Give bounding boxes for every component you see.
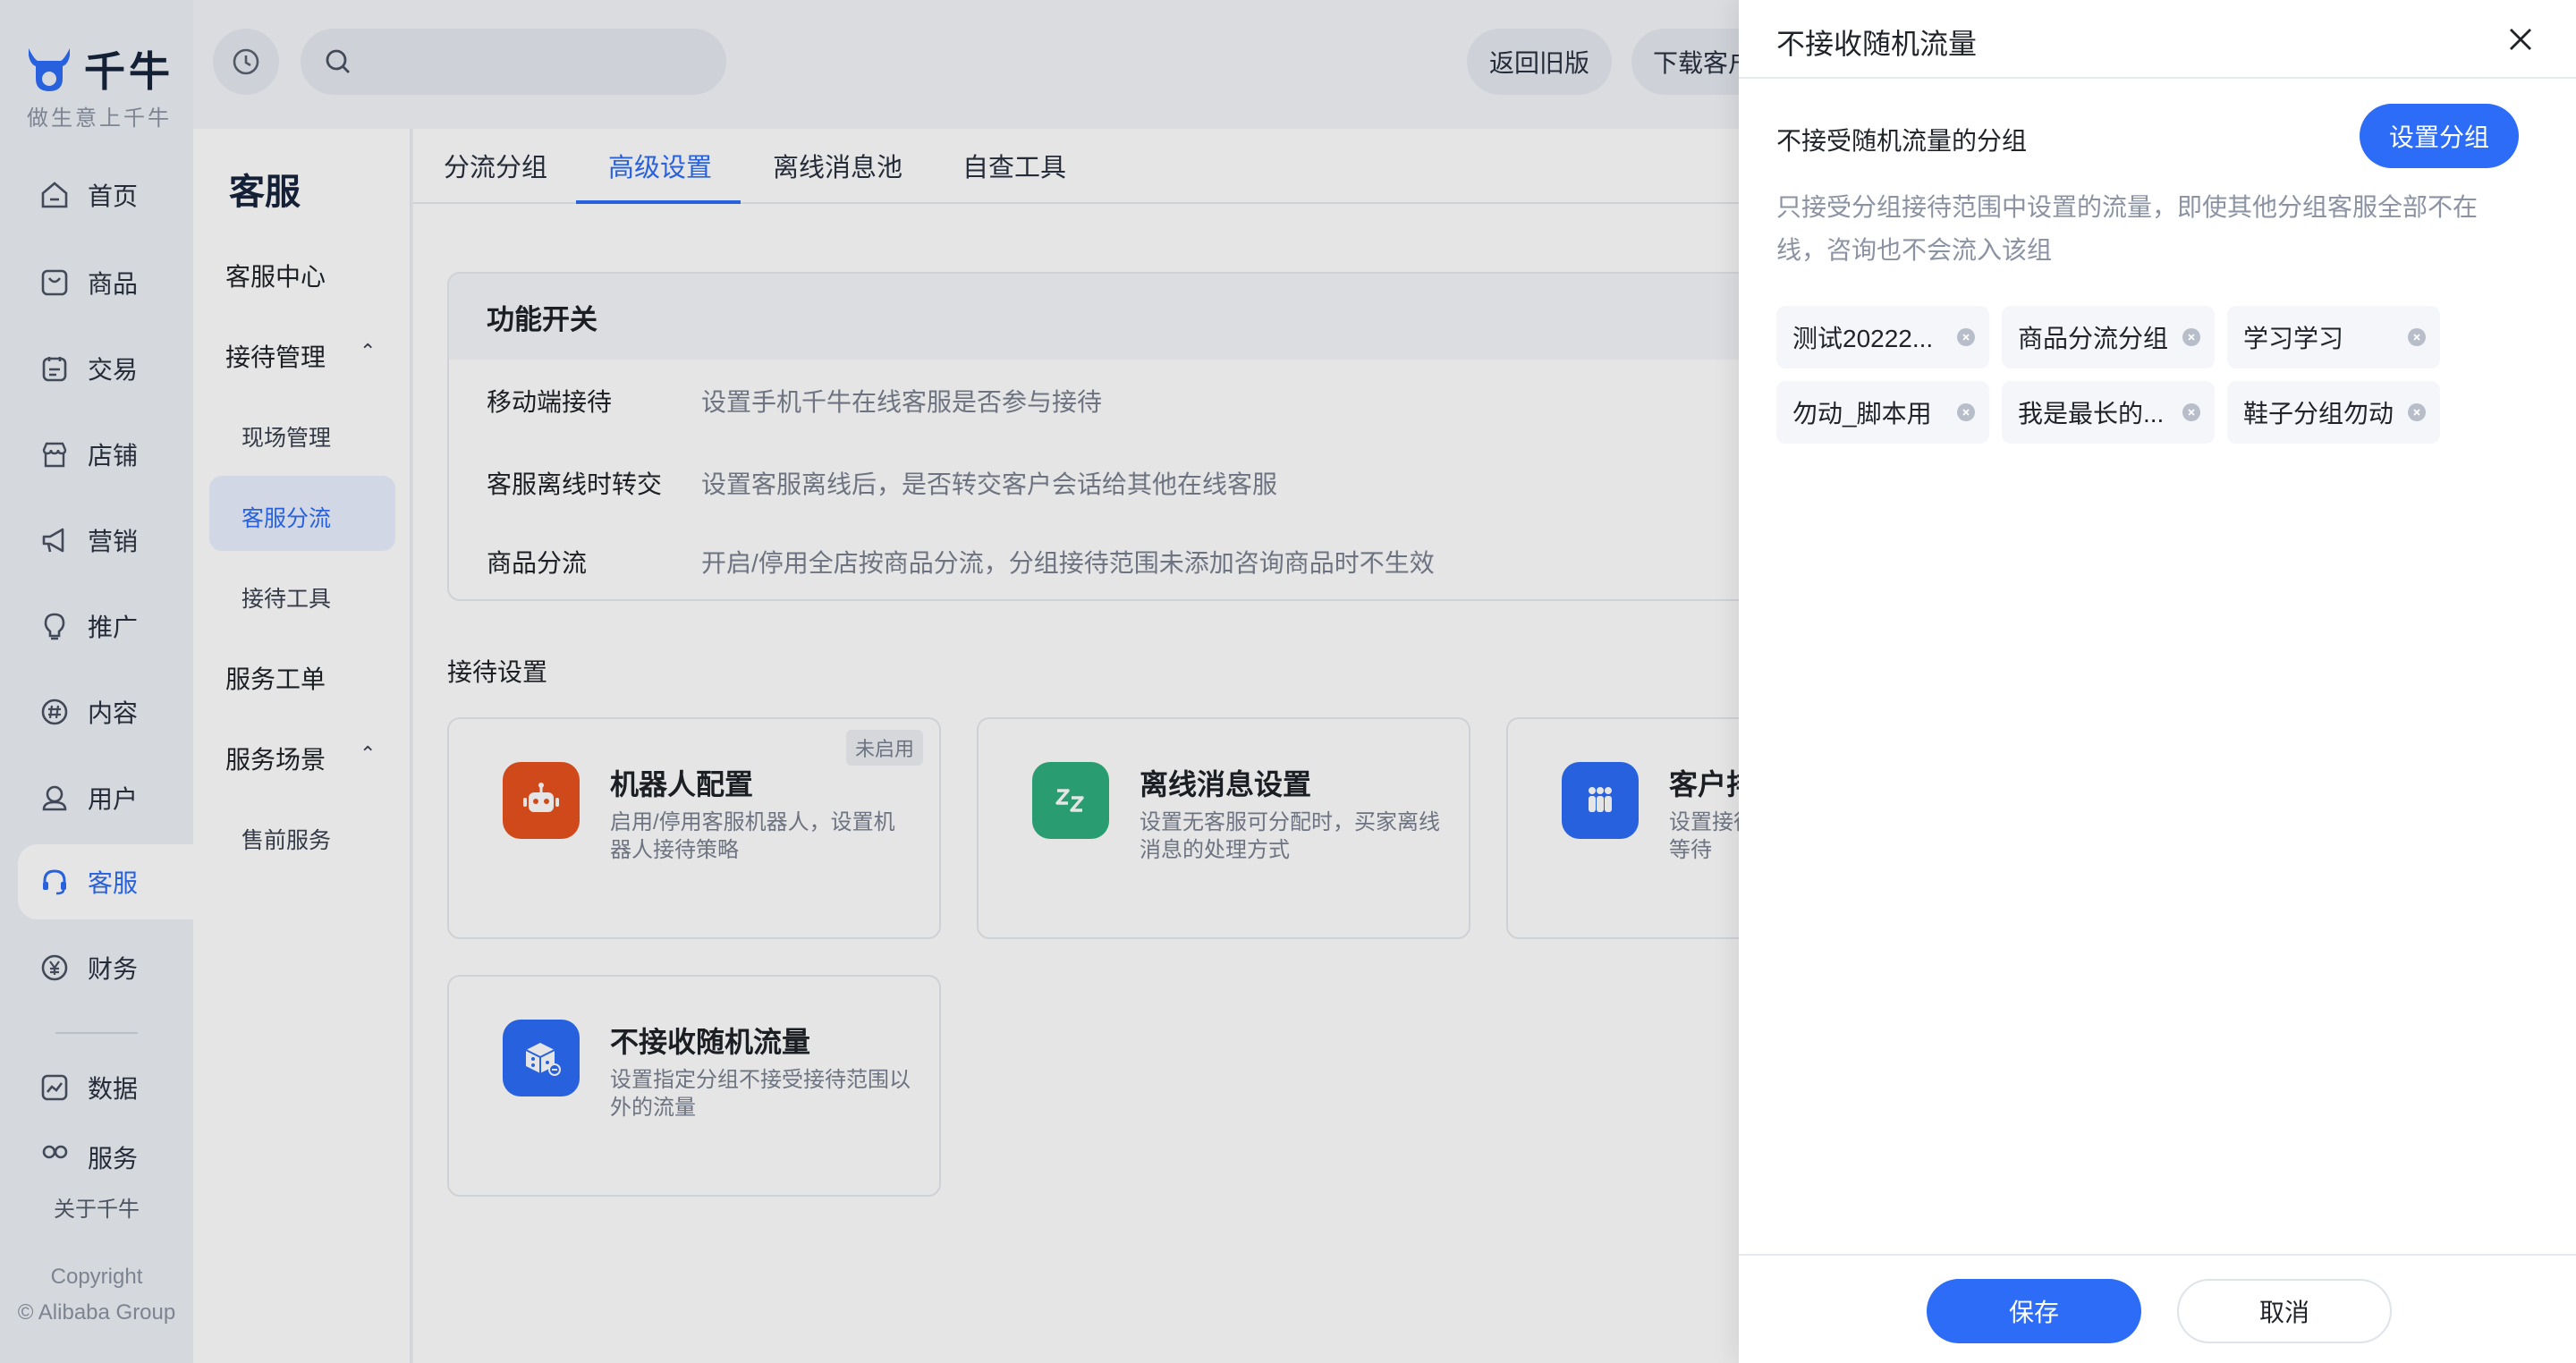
group-tag-label: 鞋子分组勿动 [2243, 400, 2394, 428]
set-group-button[interactable]: 设置分组 [2360, 104, 2519, 168]
group-tag-label: 我是最长的... [2018, 400, 2165, 428]
remove-tag-icon[interactable] [2408, 403, 2426, 421]
remove-tag-icon[interactable] [2408, 328, 2426, 346]
group-tag-label: 勿动_脚本用 [1792, 400, 1932, 428]
drawer-footer: 保存 取消 [1739, 1254, 2576, 1363]
remove-tag-icon[interactable] [2182, 403, 2200, 421]
group-tag-label: 学习学习 [2243, 325, 2344, 352]
no-random-traffic-drawer: 不接收随机流量 不接受随机流量的分组 设置分组 只接受分组接待范围中设置的流量，… [1739, 0, 2576, 1363]
group-tag-label: 商品分流分组 [2018, 325, 2169, 352]
group-label: 不接受随机流量的分组 [1776, 127, 2028, 155]
group-tag: 商品分流分组 [2002, 306, 2215, 368]
save-button[interactable]: 保存 [1927, 1279, 2141, 1343]
drawer-hint: 只接受分组接待范围中设置的流量，即使其他分组客服全部不在线，咨询也不会流入该组 [1776, 193, 2479, 264]
drawer-header: 不接收随机流量 [1739, 0, 2576, 79]
group-tag: 学习学习 [2227, 306, 2440, 368]
remove-tag-icon[interactable] [1957, 328, 1975, 346]
group-tag: 鞋子分组勿动 [2227, 381, 2440, 444]
remove-tag-icon[interactable] [2182, 328, 2200, 346]
cancel-button[interactable]: 取消 [2177, 1279, 2392, 1343]
drawer-title: 不接收随机流量 [1776, 28, 1978, 60]
group-tag-label: 测试20222... [1792, 325, 1934, 352]
group-tag: 勿动_脚本用 [1776, 381, 1989, 444]
remove-tag-icon[interactable] [1957, 403, 1975, 421]
close-icon[interactable] [2504, 23, 2537, 55]
group-tag: 我是最长的... [2002, 381, 2215, 444]
group-tag: 测试20222... [1776, 306, 1989, 368]
